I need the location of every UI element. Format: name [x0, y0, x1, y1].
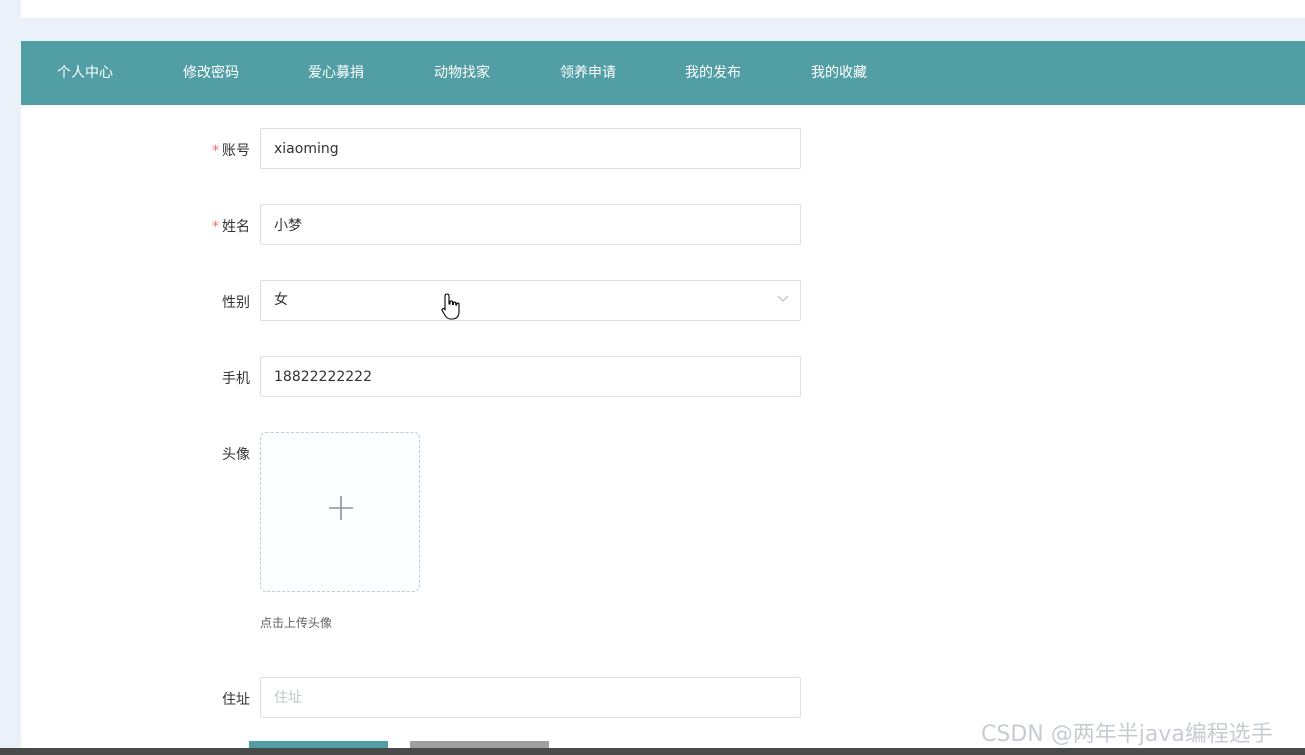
chevron-down-icon — [777, 295, 789, 302]
nav-item-adoption-apply[interactable]: 领养申请 — [544, 41, 632, 105]
name-label: * 姓名 — [212, 219, 250, 235]
watermark: CSDN @两年半java编程选手 — [981, 722, 1273, 747]
top-header-strip — [21, 0, 1305, 18]
plus-icon — [329, 496, 353, 520]
phone-label: 手机 — [222, 371, 250, 387]
required-mark: * — [212, 143, 219, 159]
gender-selected-value: 女 — [274, 292, 288, 308]
profile-form-panel — [21, 105, 1305, 755]
bottom-scroll-bar — [0, 748, 1305, 755]
required-mark: * — [212, 219, 219, 235]
avatar-label: 头像 — [222, 447, 250, 463]
account-input[interactable] — [260, 128, 801, 169]
hand-cursor-icon — [441, 293, 460, 320]
nav-item-animal-rehome[interactable]: 动物找家 — [418, 41, 506, 105]
gender-select[interactable]: 女 — [260, 280, 801, 321]
name-input[interactable] — [260, 204, 801, 245]
main-nav: 个人中心 修改密码 爱心募捐 动物找家 领养申请 我的发布 我的收藏 — [21, 41, 1305, 105]
address-label: 住址 — [222, 692, 250, 708]
avatar-upload-tip: 点击上传头像 — [260, 616, 333, 630]
account-label: * 账号 — [212, 143, 250, 159]
nav-item-profile[interactable]: 个人中心 — [41, 41, 129, 105]
phone-input[interactable] — [260, 356, 801, 397]
gender-label: 性别 — [222, 295, 250, 311]
nav-item-my-posts[interactable]: 我的发布 — [669, 41, 757, 105]
nav-item-my-favorites[interactable]: 我的收藏 — [795, 41, 883, 105]
nav-item-change-password[interactable]: 修改密码 — [167, 41, 255, 105]
address-input[interactable] — [260, 677, 801, 718]
avatar-uploader[interactable] — [260, 432, 420, 592]
nav-item-donation[interactable]: 爱心募捐 — [292, 41, 380, 105]
